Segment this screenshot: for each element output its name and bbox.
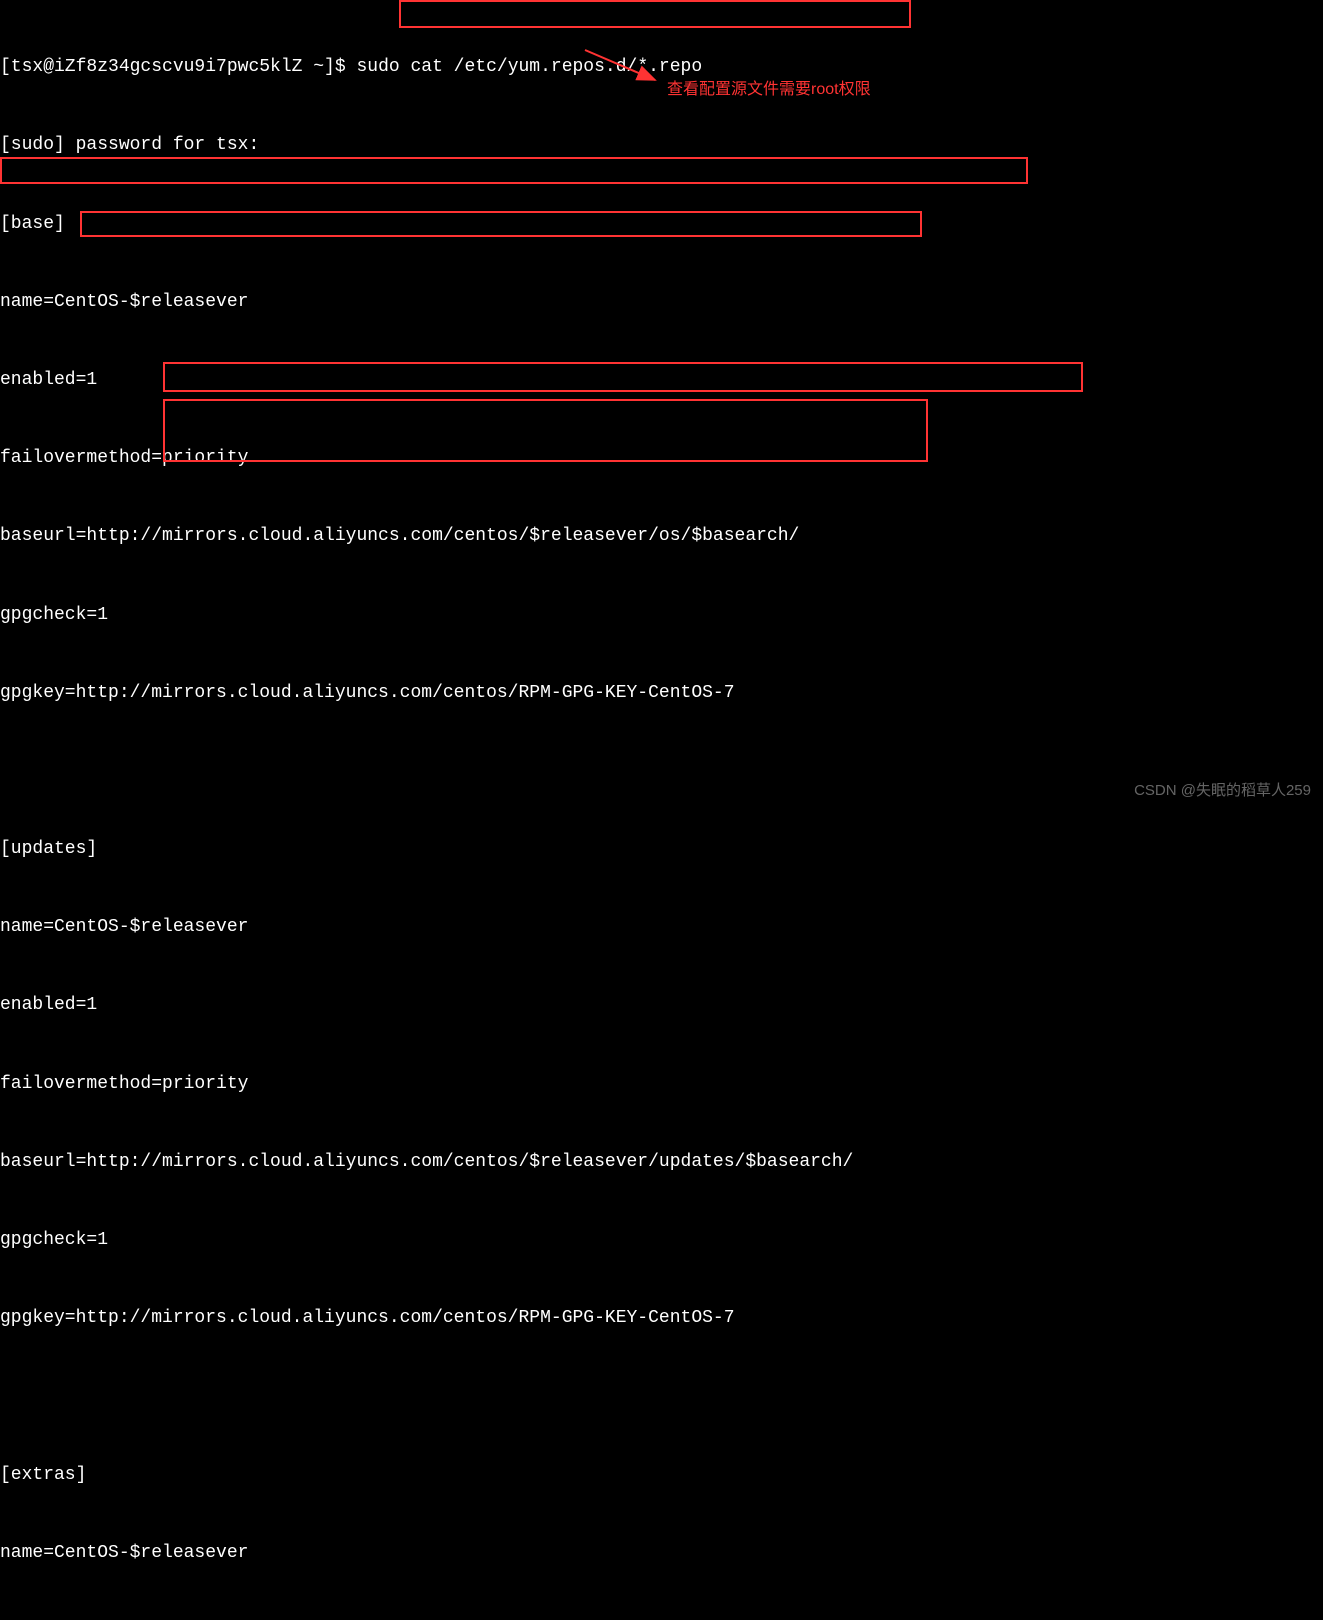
terminal-output: [tsx@iZf8z34gcscvu9i7pwc5klZ ~]$ sudo ca…: [0, 2, 1323, 1620]
output-line: baseurl=http://mirrors.cloud.aliyuncs.co…: [0, 1149, 1323, 1175]
output-line: gpgcheck=1: [0, 1227, 1323, 1253]
output-line: baseurl=http://mirrors.cloud.aliyuncs.co…: [0, 523, 1323, 549]
output-line: gpgkey=http://mirrors.cloud.aliyuncs.com…: [0, 680, 1323, 706]
output-line: enabled=1: [0, 992, 1323, 1018]
output-line: [0, 1383, 1323, 1409]
annotation-label: 查看配置源文件需要root权限: [667, 78, 871, 101]
output-line: name=CentOS-$releasever: [0, 1540, 1323, 1566]
output-line: [base]: [0, 211, 1323, 237]
output-line: [sudo] password for tsx:: [0, 132, 1323, 158]
output-line: [extras]: [0, 1462, 1323, 1488]
shell-prompt: [tsx@iZf8z34gcscvu9i7pwc5klZ ~]$: [0, 57, 356, 77]
output-line: gpgkey=http://mirrors.cloud.aliyuncs.com…: [0, 1305, 1323, 1331]
watermark-text: CSDN @失眠的稻草人259: [1134, 780, 1311, 802]
output-line: failovermethod=priority: [0, 1071, 1323, 1097]
output-line: enabled=1: [0, 367, 1323, 393]
output-line: failovermethod=priority: [0, 445, 1323, 471]
output-line: enabled=1: [0, 1618, 1323, 1620]
output-line: name=CentOS-$releasever: [0, 914, 1323, 940]
command-text: sudo cat /etc/yum.repos.d/*.repo: [356, 57, 702, 77]
output-line: [updates]: [0, 836, 1323, 862]
output-line: name=CentOS-$releasever: [0, 289, 1323, 315]
output-line: gpgcheck=1: [0, 602, 1323, 628]
output-line: [0, 758, 1323, 784]
